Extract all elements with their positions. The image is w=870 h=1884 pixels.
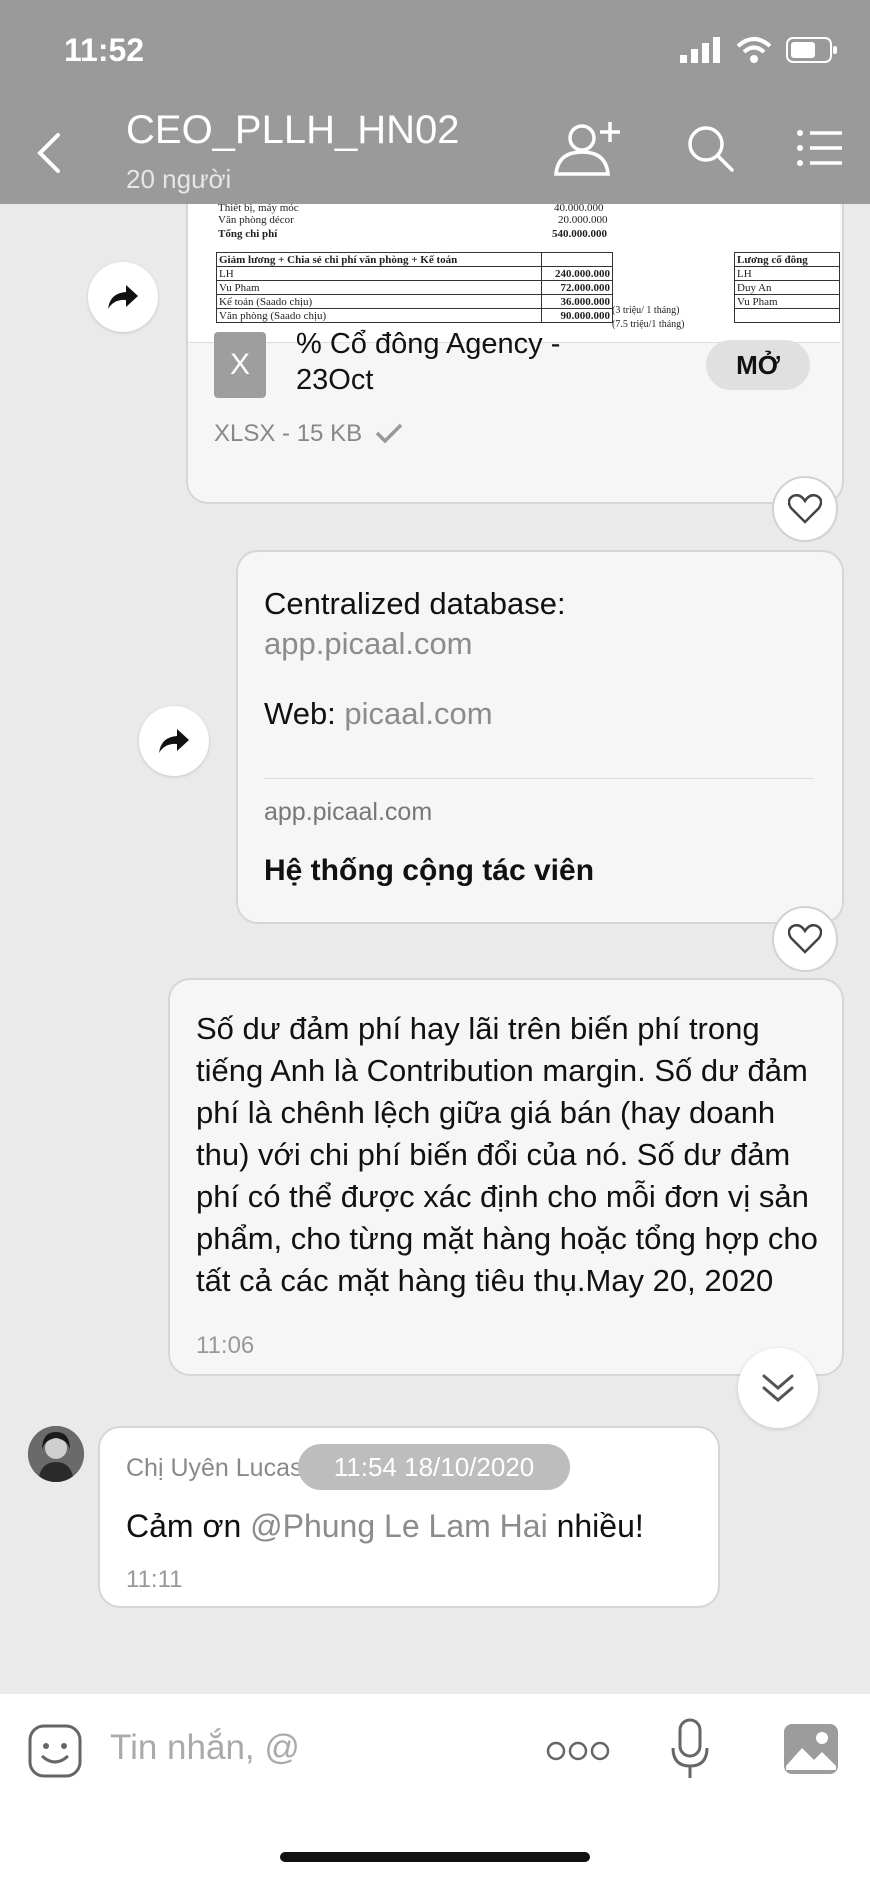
sheet-cell: Vu Pham (216, 280, 542, 295)
preview-title[interactable]: Hệ thống cộng tác viên (264, 854, 594, 888)
sheet-cell: Giảm lương + Chia sẻ chi phí văn phòng +… (216, 252, 542, 267)
react-heart-button[interactable] (772, 906, 838, 972)
message-time: 11:11 (126, 1566, 183, 1593)
file-name[interactable]: % Cổ đông Agency - 23Oct (296, 326, 616, 398)
message-text: Centralized database: app.picaal.com Web… (264, 584, 566, 734)
list-menu-icon[interactable] (796, 128, 844, 168)
microphone-icon[interactable] (670, 1718, 710, 1780)
excel-file-icon: X (214, 332, 266, 398)
link-url[interactable]: picaal.com (344, 696, 492, 731)
add-user-icon[interactable] (552, 120, 624, 176)
sheet-cell: Lương cổ đông (734, 252, 840, 267)
chevron-left-icon[interactable] (34, 132, 64, 174)
sheet-cell: 36.000.000 (541, 294, 613, 309)
sheet-cell: 540.000.000 (552, 228, 607, 240)
spreadsheet-preview: Thiết bị, máy móc 40.000.000 Văn phòng d… (188, 204, 840, 343)
message-text-part: nhiều! (547, 1508, 644, 1544)
share-button[interactable] (139, 706, 209, 776)
sheet-cell (734, 308, 840, 323)
sticker-emoji-icon[interactable] (28, 1724, 82, 1778)
signal-icon (680, 37, 720, 63)
status-time: 11:52 (64, 32, 145, 68)
sheet-cell: Vu Pham (734, 294, 840, 309)
sheet-table-1: Giảm lương + Chia sẻ chi phí văn phòng +… (216, 252, 613, 323)
sheet-cell: Kế toán (Saado chịu) (216, 294, 542, 309)
sheet-cell: LH (734, 266, 840, 281)
message-input[interactable]: Tin nhắn, @ (110, 1728, 300, 1768)
header-actions (552, 120, 844, 176)
link-label: Centralized database: (264, 586, 566, 621)
link-label: Web: (264, 696, 345, 731)
file-icon-letter: X (229, 348, 250, 381)
link-url[interactable]: app.picaal.com (264, 624, 566, 664)
check-icon (375, 423, 402, 444)
sheet-cell: (3 triệu/ 1 tháng) (612, 305, 680, 316)
react-heart-button[interactable] (772, 476, 838, 542)
share-forward-icon (159, 729, 189, 753)
sheet-cell: 40.000.000 (554, 204, 604, 214)
sheet-cell: Thiết bị, máy móc (218, 204, 299, 214)
message-text: Cảm ơn @Phung Le Lam Hai nhiều! (126, 1508, 644, 1545)
more-dots-icon[interactable] (546, 1740, 610, 1762)
chat-header: 11:52 CEO_PLLH_HN02 20 người (0, 0, 870, 204)
search-icon[interactable] (686, 124, 734, 172)
file-message[interactable]: Thiết bị, máy móc 40.000.000 Văn phòng d… (186, 204, 844, 504)
sheet-cell: Duy An (734, 280, 840, 295)
file-meta: XLSX - 15 KB (214, 420, 403, 448)
message-text: Số dư đảm phí hay lãi trên biến phí tron… (196, 1011, 818, 1298)
double-chevron-down-icon (762, 1374, 794, 1402)
file-size: XLSX - 15 KB (214, 420, 363, 447)
sheet-cell: 240.000.000 (541, 266, 613, 281)
divider (264, 778, 814, 779)
share-forward-icon (108, 285, 138, 309)
open-file-button[interactable]: MỞ (706, 340, 810, 390)
wifi-icon (736, 37, 772, 63)
date-separator: 11:54 18/10/2020 (298, 1444, 570, 1490)
composer-bar: Tin nhắn, @ (0, 1694, 870, 1884)
message-list[interactable]: Thiết bị, máy móc 40.000.000 Văn phòng d… (0, 204, 870, 1694)
chat-title[interactable]: CEO_PLLH_HN02 (126, 108, 460, 153)
sheet-cell: Tổng chi phí (218, 228, 278, 240)
sheet-cell: Văn phòng décor (218, 214, 294, 226)
message-text-part: Cảm ơn (126, 1508, 251, 1544)
avatar[interactable] (28, 1426, 84, 1482)
battery-icon (786, 37, 837, 63)
share-button[interactable] (88, 262, 158, 332)
link-message[interactable]: Centralized database: app.picaal.com Web… (236, 550, 844, 924)
status-icons (680, 36, 838, 64)
home-indicator (280, 1852, 590, 1862)
heart-icon (788, 924, 822, 954)
sender-name[interactable]: Chị Uyên Lucas (126, 1454, 302, 1483)
sheet-cell: (7.5 triệu/1 tháng) (612, 319, 685, 330)
sheet-cell: 90.000.000 (541, 308, 613, 323)
scroll-down-button[interactable] (738, 1348, 818, 1428)
avatar-image (28, 1426, 84, 1482)
heart-icon (788, 494, 822, 524)
text-message[interactable]: Số dư đảm phí hay lãi trên biến phí tron… (168, 978, 844, 1376)
sheet-cell: 72.000.000 (541, 280, 613, 295)
member-count[interactable]: 20 người (126, 164, 231, 195)
sheet-cell: Văn phòng (Saado chịu) (216, 308, 542, 323)
sheet-table-2: Lương cổ đông LH Duy An Vu Pham (734, 252, 840, 323)
message-time: 11:06 (196, 1332, 255, 1359)
sheet-cell: LH (216, 266, 542, 281)
sheet-cell: 20.000.000 (558, 214, 608, 226)
preview-domain[interactable]: app.picaal.com (264, 798, 432, 827)
mention-link[interactable]: @Phung Le Lam Hai (250, 1508, 548, 1544)
image-icon[interactable] (782, 1722, 840, 1776)
